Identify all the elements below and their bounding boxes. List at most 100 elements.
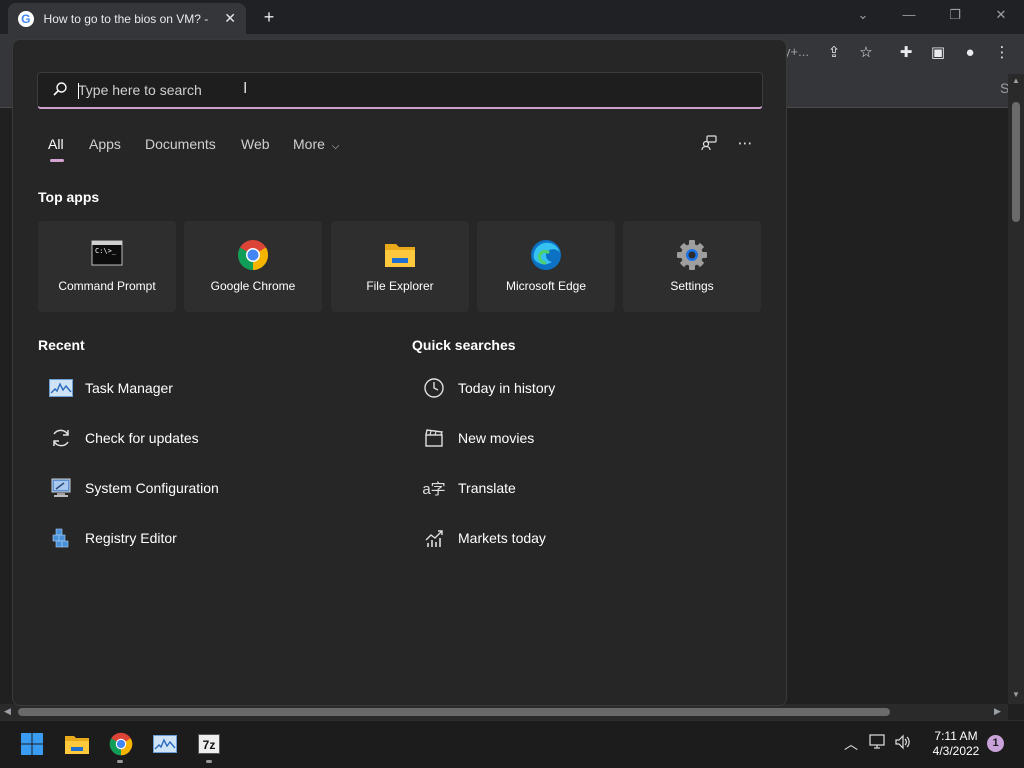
- windows-logo-icon: [21, 733, 43, 755]
- top-app-google-chrome[interactable]: Google Chrome: [184, 221, 322, 312]
- browser-tab-title: How to go to the bios on VM? -: [43, 11, 209, 26]
- quick-search-label: Translate: [458, 480, 516, 496]
- windows-search-panel: [12, 39, 787, 706]
- recent-item-label: Task Manager: [85, 380, 173, 396]
- task-manager-icon: [49, 377, 73, 399]
- close-window-button[interactable]: ✕: [988, 4, 1014, 26]
- file-explorer-icon: [384, 239, 416, 269]
- search-icon: [52, 81, 70, 100]
- tab-more-label: More: [293, 136, 325, 152]
- new-tab-button[interactable]: +: [258, 6, 280, 28]
- clock-icon: [422, 377, 446, 399]
- system-clock[interactable]: 7:11 AM 4/3/2022: [920, 729, 992, 759]
- recent-item-label: Check for updates: [85, 430, 199, 446]
- share-icon[interactable]: ⇪: [823, 42, 845, 64]
- edge-icon: [530, 239, 562, 270]
- chrome-icon: [109, 732, 133, 756]
- text-cursor-icon: I: [243, 80, 248, 97]
- restore-button[interactable]: ❐: [942, 4, 968, 26]
- active-tab-indicator: [50, 159, 64, 162]
- top-app-microsoft-edge[interactable]: Microsoft Edge: [477, 221, 615, 312]
- chevron-down-icon: ⌵: [331, 141, 340, 152]
- volume-icon[interactable]: [893, 734, 913, 753]
- top-app-label: Settings: [670, 279, 714, 293]
- recent-item-registry-editor[interactable]: Registry Editor: [49, 526, 177, 550]
- svg-text:C:\>_: C:\>_: [95, 247, 117, 255]
- system-configuration-icon: [49, 477, 73, 499]
- settings-gear-icon: [676, 239, 708, 270]
- taskbar-file-explorer[interactable]: [63, 730, 91, 758]
- start-button[interactable]: [18, 730, 46, 758]
- recent-item-label: Registry Editor: [85, 530, 177, 546]
- horizontal-scroll-thumb[interactable]: [18, 708, 890, 716]
- top-app-command-prompt[interactable]: C:\>_ Command Prompt: [38, 221, 176, 312]
- refresh-icon: [49, 427, 73, 449]
- top-app-file-explorer[interactable]: File Explorer: [331, 221, 469, 312]
- quick-search-today-in-history[interactable]: Today in history: [422, 376, 555, 400]
- address-bar-fragment[interactable]: y+...: [784, 44, 809, 59]
- taskbar-task-manager[interactable]: [151, 730, 179, 758]
- registry-editor-icon: [49, 527, 73, 549]
- profile-icon[interactable]: ●: [959, 42, 981, 64]
- search-input[interactable]: [78, 82, 678, 98]
- text-caret: [78, 83, 79, 99]
- side-panel-icon[interactable]: ▣: [927, 42, 949, 64]
- tab-apps[interactable]: Apps: [89, 136, 121, 152]
- clock-date: 4/3/2022: [932, 744, 980, 758]
- taskbar-7zip[interactable]: 7z: [195, 730, 223, 758]
- show-hidden-icons-chevron-icon[interactable]: ︿: [841, 734, 861, 754]
- browser-tab[interactable]: G How to go to the bios on VM? - ✕: [8, 3, 246, 34]
- translate-icon: a字: [422, 480, 446, 498]
- file-explorer-icon: [65, 736, 89, 754]
- top-app-label: File Explorer: [366, 279, 434, 293]
- scroll-down-arrow-icon[interactable]: ▼: [1011, 690, 1021, 699]
- recent-item-label: System Configuration: [85, 480, 219, 496]
- running-indicator: [117, 760, 123, 763]
- quick-search-label: Today in history: [458, 380, 556, 396]
- clapperboard-icon: [422, 427, 446, 449]
- tab-all[interactable]: All: [48, 136, 64, 152]
- tab-web[interactable]: Web: [241, 136, 270, 152]
- minimize-button[interactable]: —: [896, 4, 922, 26]
- quick-search-translate[interactable]: a字 Translate: [422, 476, 516, 500]
- tab-search-chevron-icon[interactable]: ⌄: [850, 4, 876, 26]
- scroll-up-arrow-icon[interactable]: ▲: [1011, 76, 1021, 85]
- menu-kebab-icon[interactable]: ⋮: [991, 42, 1013, 64]
- running-indicator: [206, 760, 212, 763]
- top-apps-heading: Top apps: [38, 189, 100, 205]
- tab-documents[interactable]: Documents: [145, 136, 216, 152]
- quick-search-label: New movies: [458, 430, 535, 446]
- tab-close-icon[interactable]: ✕: [224, 10, 236, 27]
- quick-search-new-movies[interactable]: New movies: [422, 426, 534, 450]
- recent-item-task-manager[interactable]: Task Manager: [49, 376, 173, 400]
- extensions-puzzle-icon[interactable]: ✚: [895, 42, 917, 64]
- 7zip-icon: 7z: [198, 734, 220, 754]
- recent-item-check-for-updates[interactable]: Check for updates: [49, 426, 199, 450]
- network-icon[interactable]: [868, 734, 888, 753]
- chrome-icon: [237, 239, 269, 271]
- top-app-label: Command Prompt: [58, 279, 156, 293]
- tab-more[interactable]: More ⌵: [293, 136, 339, 152]
- quick-search-label: Markets today: [458, 530, 546, 546]
- top-app-settings[interactable]: Settings: [623, 221, 761, 312]
- vertical-scrollbar[interactable]: ▲ ▼: [1008, 74, 1024, 704]
- top-app-label: Google Chrome: [210, 279, 296, 293]
- quick-searches-heading: Quick searches: [412, 337, 516, 353]
- bookmark-star-icon[interactable]: ☆: [855, 42, 877, 64]
- top-app-label: Microsoft Edge: [505, 279, 587, 293]
- vertical-scroll-thumb[interactable]: [1012, 102, 1020, 222]
- quick-search-markets-today[interactable]: Markets today: [422, 526, 546, 550]
- account-switch-icon[interactable]: [698, 134, 720, 156]
- google-favicon-icon: G: [18, 10, 34, 27]
- scroll-right-arrow-icon[interactable]: ▶: [994, 706, 1001, 717]
- command-prompt-icon: C:\>_: [91, 239, 123, 269]
- recent-item-system-configuration[interactable]: System Configuration: [49, 476, 219, 500]
- taskbar-google-chrome[interactable]: [107, 730, 135, 758]
- notification-badge[interactable]: 1: [987, 735, 1004, 752]
- recent-heading: Recent: [38, 337, 85, 353]
- more-options-icon[interactable]: ⋯: [734, 134, 756, 156]
- horizontal-scrollbar[interactable]: ◀ ▶: [0, 704, 1008, 720]
- search-box[interactable]: [37, 72, 763, 109]
- chart-icon: [422, 527, 446, 549]
- scroll-left-arrow-icon[interactable]: ◀: [4, 706, 11, 717]
